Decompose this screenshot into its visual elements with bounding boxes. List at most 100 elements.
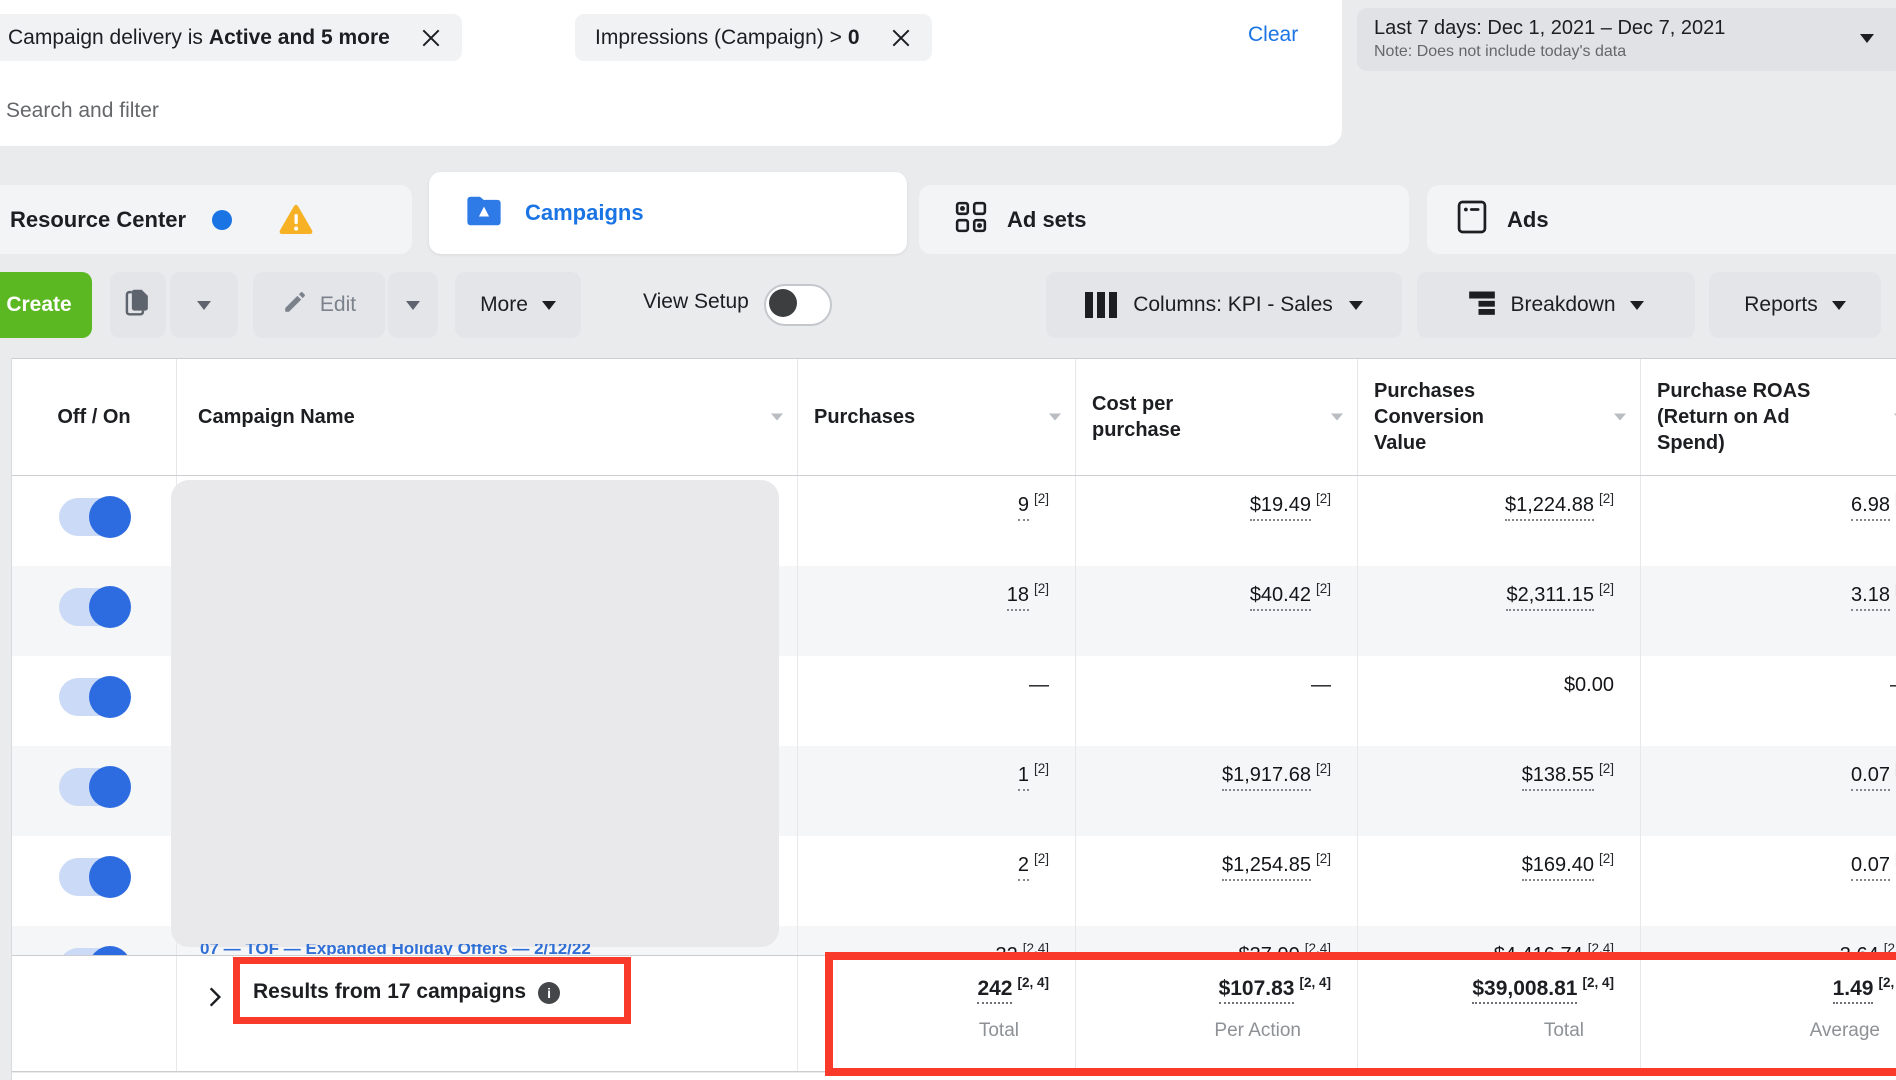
- metric-value: $138.55: [1522, 763, 1594, 791]
- campaign-toggle[interactable]: [59, 498, 129, 536]
- campaign-toggle[interactable]: [59, 948, 129, 955]
- purchases-conversion-value-cell: $169.40[2]: [1358, 836, 1641, 926]
- tab-resource-center[interactable]: Resource Center: [0, 185, 412, 254]
- tab-label: Ads: [1507, 207, 1549, 233]
- columns-icon: [1085, 292, 1117, 318]
- metric-value: $19.49: [1250, 493, 1311, 521]
- total-purchases-cell: 242[2, 4] Total: [798, 956, 1076, 1071]
- footnote-ref: [2,4]: [1884, 941, 1896, 955]
- footnote-ref: [2]: [1034, 581, 1049, 597]
- date-range-note: Note: Does not include today's data: [1374, 43, 1896, 61]
- info-icon[interactable]: i: [538, 982, 560, 1004]
- close-icon[interactable]: [420, 27, 442, 49]
- sort-caret-icon[interactable]: [1614, 414, 1626, 421]
- columns-button-label: Columns: KPI - Sales: [1133, 293, 1333, 317]
- footnote-ref: [2]: [1034, 491, 1049, 507]
- toggle-knob-icon: [89, 676, 131, 718]
- ad-sets-grid-icon: [955, 201, 987, 238]
- toggle-knob-icon: [769, 289, 797, 317]
- create-button[interactable]: Create: [0, 272, 92, 338]
- filter-chip-impressions[interactable]: Impressions (Campaign) > 0: [575, 14, 932, 61]
- metric-value: 1: [1018, 763, 1029, 791]
- purchases-cell: 1 [2]: [798, 746, 1076, 836]
- tab-ad-sets[interactable]: Ad sets: [919, 185, 1409, 254]
- chevron-right-icon[interactable]: [207, 984, 223, 1015]
- purchases-cell: —: [798, 656, 1076, 746]
- total-roas-cell: 1.49[2, 4] Average: [1641, 956, 1896, 1071]
- chevron-down-icon: [1832, 301, 1846, 310]
- total-label: Per Action: [1214, 1020, 1301, 1042]
- totals-row: Results from 17 campaigns i 242[2, 4] To…: [12, 955, 1896, 1072]
- ads-page-icon: [1457, 200, 1487, 239]
- sort-caret-icon[interactable]: [1331, 414, 1343, 421]
- purchase-roas-cell: 6.98[2]: [1641, 476, 1896, 566]
- reports-button[interactable]: Reports: [1709, 272, 1881, 338]
- filter-chip-campaign-delivery[interactable]: Campaign delivery is Active and 5 more: [0, 14, 462, 61]
- clear-filters-button[interactable]: Clear: [1248, 23, 1298, 47]
- sort-caret-icon[interactable]: [771, 414, 783, 421]
- footnote-ref: [2, 4]: [1878, 975, 1896, 990]
- column-header-cost-per-purchase[interactable]: Cost per purchase: [1076, 359, 1358, 475]
- cost-per-purchase-cell: $19.49 [2]: [1076, 476, 1358, 566]
- edit-button-label: Edit: [320, 293, 356, 317]
- footnote-ref: [2]: [1034, 761, 1049, 777]
- purchases-conversion-value-cell: $2,311.15[2]: [1358, 566, 1641, 656]
- reports-button-label: Reports: [1744, 293, 1818, 317]
- breakdown-button-label: Breakdown: [1510, 293, 1615, 317]
- metric-value: $1,254.85: [1222, 853, 1311, 881]
- footnote-ref: [2]: [1599, 491, 1614, 507]
- column-header-purchases-conversion-value[interactable]: Purchases Conversion Value: [1358, 359, 1641, 475]
- date-range-selector[interactable]: Last 7 days: Dec 1, 2021 – Dec 7, 2021 N…: [1357, 8, 1896, 71]
- footnote-ref: [2]: [1599, 851, 1614, 867]
- sort-caret-icon[interactable]: [1049, 414, 1061, 421]
- metric-value: $1,224.88: [1505, 493, 1594, 521]
- footnote-ref: [2]: [1599, 761, 1614, 777]
- edit-button[interactable]: Edit: [253, 272, 385, 338]
- metric-value: $40.42: [1250, 583, 1311, 611]
- tab-ads[interactable]: Ads: [1427, 185, 1896, 254]
- campaign-toggle[interactable]: [59, 858, 129, 896]
- redacted-campaign-names-overlay: [171, 480, 779, 947]
- close-icon[interactable]: [890, 27, 912, 49]
- metric-value: $4,416.74: [1494, 943, 1583, 955]
- duplicate-button[interactable]: [110, 272, 166, 338]
- purchase-roas-cell: 3.18[2]: [1641, 566, 1896, 656]
- footnote-ref: [2]: [1316, 491, 1331, 507]
- view-setup-toggle[interactable]: [764, 284, 832, 326]
- metric-value: 2: [1018, 853, 1029, 881]
- footnote-ref: [2]: [1316, 581, 1331, 597]
- total-label: Total: [1544, 1020, 1584, 1042]
- filter-chip-prefix: Impressions (Campaign) >: [595, 26, 842, 50]
- duplicate-dropdown-button[interactable]: [170, 272, 238, 338]
- purchases-cell: 9[2]: [798, 476, 1076, 566]
- total-cost-per-purchase-cell: $107.83[2, 4] Per Action: [1076, 956, 1358, 1071]
- campaigns-table: Off / On Campaign Name Purchases Cost pe…: [11, 358, 1896, 1080]
- more-button[interactable]: More: [455, 272, 581, 338]
- purchase-roas-cell: 0.07[2]: [1641, 746, 1896, 836]
- results-summary-cell: Results from 17 campaigns i: [177, 956, 798, 1071]
- metric-value: —: [1029, 673, 1049, 697]
- campaign-toggle[interactable]: [59, 588, 129, 626]
- columns-button[interactable]: Columns: KPI - Sales: [1046, 272, 1402, 338]
- campaign-toggle[interactable]: [59, 768, 129, 806]
- tab-label: Ad sets: [1007, 207, 1086, 233]
- breakdown-button[interactable]: Breakdown: [1417, 272, 1695, 338]
- column-header-purchase-roas[interactable]: Purchase ROAS (Return on Ad Spend): [1641, 359, 1896, 475]
- metric-value: $1,917.68: [1222, 763, 1311, 791]
- column-header-campaign-name[interactable]: Campaign Name: [177, 359, 798, 475]
- campaign-toggle[interactable]: [59, 678, 129, 716]
- chevron-down-icon: [197, 301, 211, 310]
- search-input[interactable]: Search and filter: [6, 99, 159, 123]
- metric-value: $37.90: [1239, 943, 1300, 955]
- clipped-campaign-name-link[interactable]: 07 — TOF — Expanded Holiday Offers — 2/1…: [200, 944, 630, 955]
- metric-value: —: [1311, 673, 1331, 697]
- filter-chip-value: 0: [848, 26, 860, 50]
- metric-value: $2,311.15: [1506, 583, 1594, 611]
- pencil-icon: [282, 289, 308, 321]
- total-value: $39,008.81: [1472, 976, 1577, 1004]
- column-header-purchases[interactable]: Purchases: [798, 359, 1076, 475]
- purchases-conversion-value-cell: $0.00: [1358, 656, 1641, 746]
- tab-campaigns[interactable]: Campaigns: [429, 172, 907, 254]
- purchases-cell: 2[2]: [798, 836, 1076, 926]
- edit-dropdown-button[interactable]: [388, 272, 438, 338]
